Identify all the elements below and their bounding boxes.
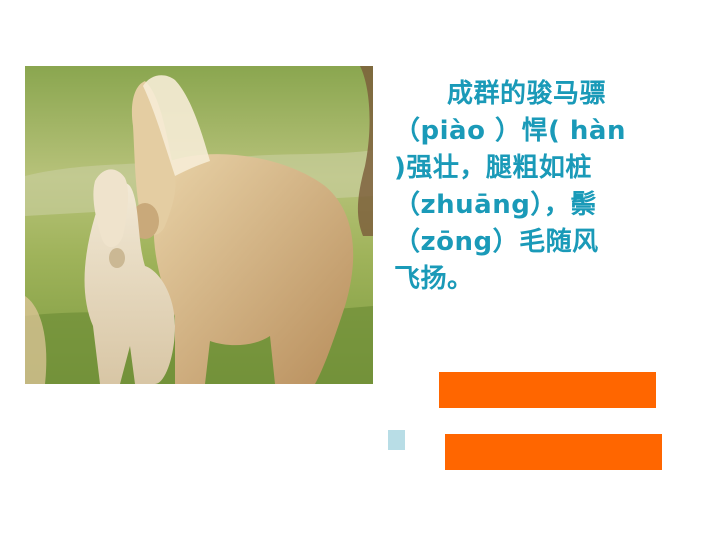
answer-bar-1[interactable] [439,372,656,408]
passage-line-6: 飞扬。 [394,264,474,294]
passage-line-3: )强壮，腿粗如桩 [394,153,592,183]
passage-line-4: （zhuāng），鬃 [394,190,597,220]
passage-line-5: （zōng）毛随风 [394,227,599,257]
passage-line-2: （piào ）悍( hàn [394,116,626,146]
nav-square-icon[interactable] [388,430,405,450]
answer-bar-2[interactable] [445,434,662,470]
passage-line-1: 成群的骏马骠 [394,79,607,109]
horses-photo [25,66,373,384]
passage-text: 成群的骏马骠 （piào ）悍( hàn )强壮，腿粗如桩 （zhuāng），鬃… [394,76,704,298]
